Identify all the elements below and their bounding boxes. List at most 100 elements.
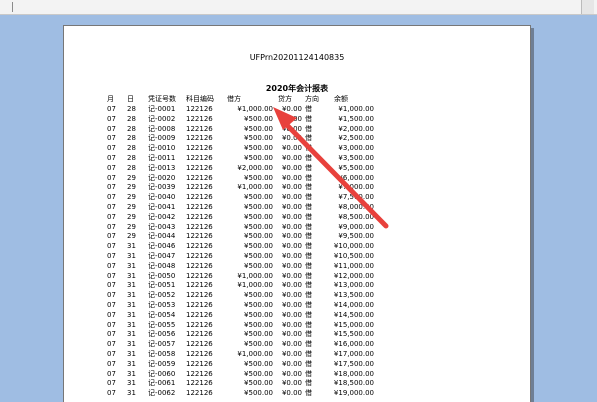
row-credit: ¥0.00 <box>281 330 302 339</box>
row-voucher-no: 记-0058 <box>148 350 176 358</box>
toolbar-grip <box>12 2 21 12</box>
row-credit: ¥0.00 <box>281 379 302 388</box>
row-day: 31 <box>127 320 136 329</box>
table-row: 07 31 记-0048 122126 ¥500.00 ¥0.00 借 ¥11,000.00 <box>64 261 530 271</box>
header-voucher-no: 凭证号数 <box>148 95 176 103</box>
table-row: 07 29 记-0040 122126 ¥500.00 ¥0.00 借 ¥7,500.00 <box>64 192 530 202</box>
row-day: 31 <box>127 242 136 251</box>
row-debit: ¥500.00 <box>244 389 273 398</box>
row-balance: ¥1,000.00 <box>338 105 374 113</box>
row-credit: ¥0.00 <box>281 154 302 162</box>
row-debit: ¥1,000.00 <box>237 183 273 192</box>
row-credit: ¥0.00 <box>281 369 302 378</box>
table-row: 07 31 记-0060 122126 ¥500.00 ¥0.00 借 ¥18,000.00 <box>64 369 530 379</box>
row-voucher-no: 记-0050 <box>148 271 176 280</box>
row-account-code: 122126 <box>186 203 213 211</box>
row-credit: ¥0.00 <box>281 291 302 300</box>
table-row: 07 31 记-0053 122126 ¥500.00 ¥0.00 借 ¥14,000.00 <box>64 300 530 310</box>
row-voucher-no: 记-0009 <box>148 134 176 143</box>
row-day: 29 <box>127 183 136 192</box>
row-day: 31 <box>127 261 136 270</box>
row-balance: ¥2,000.00 <box>338 124 374 133</box>
row-account-code: 122126 <box>186 340 213 349</box>
row-account-code: 122126 <box>186 105 213 113</box>
row-voucher-no: 记-0039 <box>148 183 176 192</box>
row-voucher-no: 记-0002 <box>148 114 176 123</box>
table-row: 07 29 记-0039 122126 ¥1,000.00 ¥0.00 借 ¥7,000.00 <box>64 182 530 192</box>
row-credit: ¥0.00 <box>281 105 302 113</box>
row-debit: ¥500.00 <box>244 379 273 388</box>
row-balance: ¥1,500.00 <box>338 114 374 123</box>
row-account-code: 122126 <box>186 310 213 319</box>
row-voucher-no: 记-0042 <box>148 212 176 221</box>
row-direction: 借 <box>305 389 312 398</box>
row-direction: 借 <box>305 320 312 329</box>
row-debit: ¥1,000.00 <box>237 271 273 280</box>
row-credit: ¥0.00 <box>281 350 302 358</box>
row-debit: ¥500.00 <box>244 291 273 300</box>
row-day: 31 <box>127 369 136 378</box>
row-account-code: 122126 <box>186 124 213 133</box>
table-row: 07 31 记-0054 122126 ¥500.00 ¥0.00 借 ¥14,500.00 <box>64 310 530 320</box>
row-debit: ¥500.00 <box>244 261 273 270</box>
row-account-code: 122126 <box>186 134 213 143</box>
row-debit: ¥500.00 <box>244 203 273 211</box>
row-direction: 借 <box>305 330 312 339</box>
row-month: 07 <box>107 350 116 358</box>
table-row: 07 31 记-0057 122126 ¥500.00 ¥0.00 借 ¥16,000.00 <box>64 339 530 349</box>
row-debit: ¥500.00 <box>244 310 273 319</box>
row-balance: ¥3,500.00 <box>338 154 374 162</box>
row-voucher-no: 记-0008 <box>148 124 176 133</box>
row-month: 07 <box>107 261 116 270</box>
row-voucher-no: 记-0040 <box>148 193 176 202</box>
row-direction: 借 <box>305 369 312 378</box>
row-voucher-no: 记-0044 <box>148 232 176 241</box>
row-day: 28 <box>127 144 136 153</box>
table-row: 07 31 记-0059 122126 ¥500.00 ¥0.00 借 ¥17,500.00 <box>64 359 530 369</box>
row-debit: ¥500.00 <box>244 193 273 202</box>
row-month: 07 <box>107 310 116 319</box>
row-debit: ¥500.00 <box>244 222 273 231</box>
row-balance: ¥12,000.00 <box>333 271 374 280</box>
row-day: 31 <box>127 301 136 309</box>
row-day: 28 <box>127 114 136 123</box>
row-balance: ¥2,500.00 <box>338 134 374 143</box>
row-account-code: 122126 <box>186 320 213 329</box>
row-direction: 借 <box>305 212 312 221</box>
row-account-code: 122126 <box>186 154 213 162</box>
row-balance: ¥18,000.00 <box>333 369 374 378</box>
row-direction: 借 <box>305 252 312 260</box>
row-debit: ¥500.00 <box>244 134 273 143</box>
row-month: 07 <box>107 369 116 378</box>
row-account-code: 122126 <box>186 183 213 192</box>
row-direction: 借 <box>305 193 312 202</box>
row-voucher-no: 记-0057 <box>148 340 176 349</box>
row-balance: ¥9,000.00 <box>338 222 374 231</box>
row-account-code: 122126 <box>186 212 213 221</box>
row-voucher-no: 记-0055 <box>148 320 176 329</box>
header-direction: 方向 <box>305 95 319 103</box>
row-credit: ¥0.00 <box>281 114 302 123</box>
row-day: 31 <box>127 340 136 349</box>
row-day: 28 <box>127 105 136 113</box>
row-direction: 借 <box>305 222 312 231</box>
row-day: 29 <box>127 232 136 241</box>
row-credit: ¥0.00 <box>281 144 302 153</box>
window-edge-control[interactable] <box>581 0 594 14</box>
row-debit: ¥500.00 <box>244 301 273 309</box>
row-month: 07 <box>107 330 116 339</box>
row-day: 28 <box>127 163 136 172</box>
row-day: 31 <box>127 310 136 319</box>
row-month: 07 <box>107 340 116 349</box>
row-month: 07 <box>107 173 116 182</box>
row-voucher-no: 记-0001 <box>148 105 176 113</box>
row-direction: 借 <box>305 105 312 113</box>
row-month: 07 <box>107 114 116 123</box>
row-direction: 借 <box>305 242 312 251</box>
document-id: UFPrn20201124140835 <box>249 53 345 62</box>
row-voucher-no: 记-0047 <box>148 252 176 260</box>
row-debit: ¥500.00 <box>244 252 273 260</box>
row-balance: ¥13,000.00 <box>333 281 374 290</box>
row-balance: ¥15,500.00 <box>333 330 374 339</box>
row-month: 07 <box>107 252 116 260</box>
